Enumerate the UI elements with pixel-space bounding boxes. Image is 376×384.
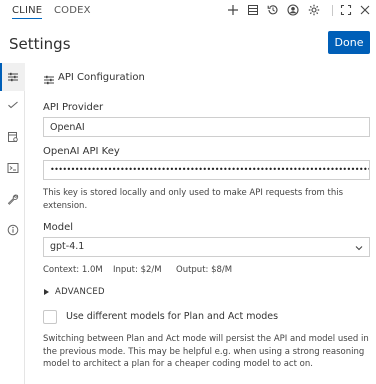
api-key-hint: This key is stored locally and only used…: [43, 188, 344, 211]
tab-cline[interactable]: CLINE: [12, 5, 43, 19]
model-select[interactable]: gpt-4.1: [43, 237, 370, 257]
tab-codex[interactable]: CODEX: [54, 5, 91, 16]
browser-icon[interactable]: [6, 130, 20, 144]
api-key-label: OpenAI API Key: [43, 146, 120, 157]
restore-icon[interactable]: [266, 3, 280, 17]
sliders-icon[interactable]: [6, 70, 20, 84]
model-context: Context: 1.0M: [43, 265, 103, 275]
account-icon[interactable]: [286, 3, 300, 17]
api-provider-field[interactable]: [43, 117, 370, 137]
model-input-price: Input: $2/M: [113, 265, 162, 275]
terminal-icon[interactable]: [6, 161, 20, 175]
page-title: Settings: [9, 35, 71, 53]
history-list-icon[interactable]: [246, 3, 260, 17]
api-provider-label: API Provider: [43, 102, 104, 113]
model-label: Model: [43, 222, 74, 233]
model-select-value: gpt-4.1: [50, 241, 85, 252]
toolbar-divider: [332, 5, 333, 16]
api-key-field[interactable]: ••••••••••••••••••••••••••••••••••••••••…: [43, 160, 370, 180]
plus-icon[interactable]: [226, 3, 240, 17]
plan-act-checkbox[interactable]: [43, 310, 57, 324]
wrench-icon[interactable]: [6, 192, 20, 206]
model-output-price: Output: $8/M: [176, 265, 233, 275]
expand-icon[interactable]: [339, 3, 353, 17]
plan-act-label[interactable]: Use different models for Plan and Act mo…: [66, 311, 278, 322]
sliders-icon: [43, 71, 55, 85]
close-icon[interactable]: [358, 3, 372, 17]
top-bar: CLINE CODEX: [0, 0, 376, 22]
plan-act-hint: Switching between Plan and Act mode will…: [43, 334, 369, 369]
info-icon[interactable]: [6, 223, 20, 237]
check-icon[interactable]: [6, 98, 20, 112]
section-title: API Configuration: [58, 72, 145, 83]
chevron-down-icon: [354, 242, 364, 252]
gear-icon[interactable]: [307, 3, 321, 17]
advanced-toggle[interactable]: ADVANCED: [55, 287, 105, 297]
done-button[interactable]: Done: [328, 31, 370, 54]
chevron-right-icon[interactable]: [44, 289, 49, 295]
